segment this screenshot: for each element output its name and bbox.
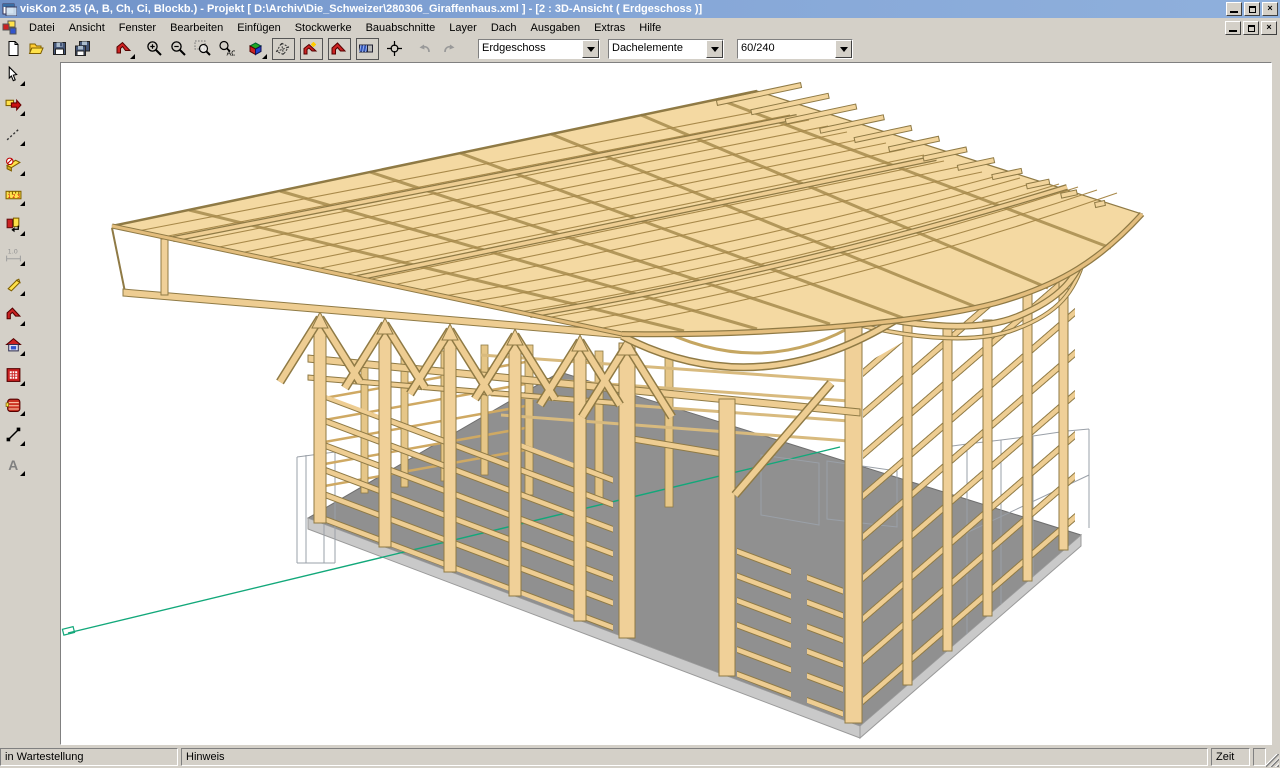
- element-type-dropdown-icon[interactable]: [706, 40, 723, 58]
- zoom-out-button[interactable]: [168, 38, 191, 60]
- view-textured-button[interactable]: [356, 38, 379, 60]
- document-icon[interactable]: [2, 20, 18, 35]
- svg-text:A: A: [8, 457, 18, 473]
- menu-extras[interactable]: Extras: [587, 20, 632, 36]
- cross-section-value: 60/240: [738, 40, 835, 58]
- menu-fenster[interactable]: Fenster: [112, 20, 163, 36]
- redo-button[interactable]: [439, 38, 462, 60]
- view-shaded-button[interactable]: [300, 38, 323, 60]
- menu-stockwerke[interactable]: Stockwerke: [288, 20, 359, 36]
- undo-button[interactable]: [414, 38, 437, 60]
- main-area: 1 2 3 1.0 A: [0, 61, 1280, 745]
- menu-ausgaben[interactable]: Ausgaben: [524, 20, 588, 36]
- minimize-button[interactable]: [1226, 2, 1242, 16]
- save-button[interactable]: [49, 38, 72, 60]
- menu-bauabschnitte[interactable]: Bauabschnitte: [359, 20, 443, 36]
- svg-text:1 2 3: 1 2 3: [8, 194, 20, 200]
- application-window: visKon 2.35 (A, B, Ch, Ci, Blockb.) - Pr…: [0, 0, 1280, 768]
- status-extra-panel: [1253, 748, 1266, 766]
- view-3d-cube-button[interactable]: [245, 38, 268, 60]
- copy-move-tool[interactable]: [3, 214, 27, 238]
- measure-tool[interactable]: 1 2 3: [3, 184, 27, 208]
- mdi-close-button[interactable]: ×: [1261, 21, 1277, 35]
- view-solid-button[interactable]: [328, 38, 351, 60]
- cross-section-dropdown-icon[interactable]: [835, 40, 852, 58]
- text-tool[interactable]: A: [3, 454, 27, 478]
- menu-layer[interactable]: Layer: [442, 20, 484, 36]
- menu-datei[interactable]: Datei: [22, 20, 62, 36]
- view-wireframe-button[interactable]: [272, 38, 295, 60]
- menu-ansicht[interactable]: Ansicht: [62, 20, 112, 36]
- timber-tool[interactable]: [3, 274, 27, 298]
- open-button[interactable]: [26, 38, 49, 60]
- svg-text:1.0: 1.0: [8, 247, 18, 255]
- element-type-combobox[interactable]: Dachelemente: [608, 39, 724, 59]
- storey-value: Erdgeschoss: [479, 40, 582, 58]
- building-tool[interactable]: [3, 334, 27, 358]
- brick-tool[interactable]: [3, 394, 27, 418]
- menu-dach[interactable]: Dach: [484, 20, 524, 36]
- roof: [112, 83, 1142, 335]
- restore-button[interactable]: [1244, 2, 1260, 16]
- toolbar: AΩ Erdgeschoss Dachelemen: [0, 37, 1280, 61]
- new-button[interactable]: [3, 38, 26, 60]
- zoom-text-button[interactable]: AΩ: [216, 38, 239, 60]
- svg-text:AΩ: AΩ: [227, 50, 236, 58]
- element-type-value: Dachelemente: [609, 40, 706, 58]
- status-hint: Hinweis: [181, 748, 1208, 766]
- window-title: visKon 2.35 (A, B, Ch, Ci, Blockb.) - Pr…: [20, 3, 1226, 15]
- app-icon: [2, 2, 17, 16]
- menu-bar: Datei Ansicht Fenster Bearbeiten Einfüge…: [0, 18, 1280, 37]
- construction-line-tool[interactable]: [3, 124, 27, 148]
- storey-dropdown-icon[interactable]: [582, 40, 599, 58]
- viewport-3d[interactable]: [60, 62, 1272, 745]
- title-bar[interactable]: visKon 2.35 (A, B, Ch, Ci, Blockb.) - Pr…: [0, 0, 1280, 18]
- insert-beam-tool[interactable]: [3, 94, 27, 118]
- wall-tool[interactable]: [3, 364, 27, 388]
- status-bar: in Wartestellung Hinweis Zeit: [0, 745, 1280, 768]
- resize-grip[interactable]: [1266, 754, 1279, 767]
- menu-hilfe[interactable]: Hilfe: [632, 20, 668, 36]
- zoom-window-button[interactable]: [192, 38, 215, 60]
- mdi-minimize-button[interactable]: [1225, 21, 1241, 35]
- cross-section-combobox[interactable]: 60/240: [737, 39, 853, 59]
- status-time-label: Zeit: [1211, 748, 1250, 766]
- roof-tool[interactable]: [3, 304, 27, 328]
- center-view-button[interactable]: [384, 38, 407, 60]
- save-all-button[interactable]: [72, 38, 95, 60]
- beam-3d-tool[interactable]: [3, 154, 27, 178]
- mdi-restore-button[interactable]: [1243, 21, 1259, 35]
- close-button[interactable]: ×: [1262, 2, 1278, 16]
- dimension-tool[interactable]: 1.0: [3, 244, 27, 268]
- select-tool[interactable]: [3, 64, 27, 88]
- zoom-in-button[interactable]: [144, 38, 167, 60]
- menu-bearbeiten[interactable]: Bearbeiten: [163, 20, 230, 36]
- menu-einfuegen[interactable]: Einfügen: [230, 20, 287, 36]
- storey-combobox[interactable]: Erdgeschoss: [478, 39, 600, 59]
- line-tool[interactable]: [3, 424, 27, 448]
- roof-mode-button[interactable]: [113, 38, 136, 60]
- status-message: in Wartestellung: [0, 748, 178, 766]
